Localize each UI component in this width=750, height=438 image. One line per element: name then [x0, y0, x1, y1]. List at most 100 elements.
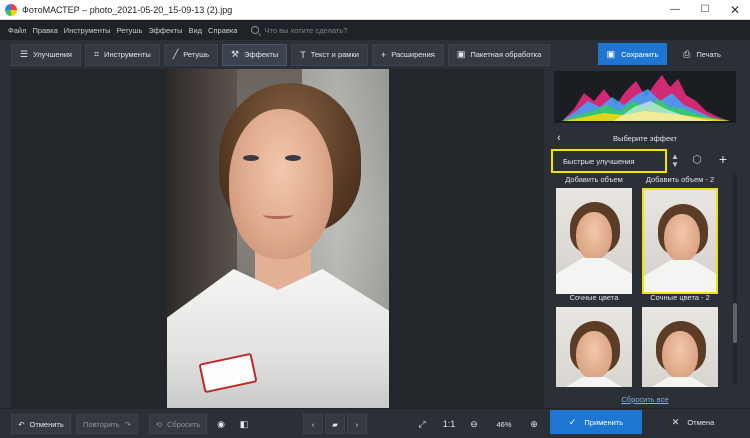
print-label: Печать: [696, 49, 721, 59]
effect-thumbnail: [556, 188, 632, 294]
effect-label: Сочные цвета: [569, 293, 619, 302]
compare-icon[interactable]: ◧: [235, 414, 253, 434]
effects-scrollbar[interactable]: [733, 173, 737, 385]
checkmark-icon: ✓: [568, 416, 577, 427]
menu-effects[interactable]: Эффекты: [148, 26, 182, 35]
tab-enhancements[interactable]: ☰ Улучшения: [11, 43, 81, 66]
tab-label: Пакетная обработка: [470, 50, 542, 59]
save-label: Сохранить: [621, 49, 659, 59]
folder-icon: ▰: [332, 419, 338, 429]
printer-icon: ⎙: [683, 48, 691, 59]
chevron-left-icon: ‹: [311, 419, 315, 429]
histogram: [554, 71, 736, 123]
previous-image-button[interactable]: ‹: [303, 414, 323, 434]
title-bar: ФотоМАСТЕР – photo_2021-05-20_15-09-13 (…: [0, 0, 750, 20]
fit-screen-icon[interactable]: ⤢: [414, 414, 430, 434]
cube-icon[interactable]: ⬡: [689, 153, 705, 169]
reset-label: Сбросить: [166, 419, 201, 429]
search-input[interactable]: [264, 25, 385, 35]
effects-grid: Добавить объем Сочные цвета Добавить объ…: [554, 175, 732, 387]
apply-label: Применить: [584, 417, 624, 427]
effect-tile[interactable]: Добавить объем Сочные цвета: [554, 175, 634, 302]
tab-label: Расширения: [391, 50, 435, 59]
image-canvas[interactable]: [11, 69, 544, 408]
menu-search: [251, 25, 385, 35]
zoom-out-icon[interactable]: ⊖: [466, 414, 482, 434]
menu-bar: Файл Правка Инструменты Ретушь Эффекты В…: [0, 20, 750, 40]
tab-label: Эффекты: [244, 50, 279, 59]
eye-icon[interactable]: ◉: [212, 414, 230, 434]
chevron-left-icon[interactable]: ‹: [550, 132, 568, 144]
effect-label: Добавить объем: [565, 175, 623, 184]
menu-retouch[interactable]: Ретушь: [117, 26, 143, 35]
effect-tile[interactable]: [554, 307, 634, 387]
maximize-button[interactable]: ☐: [690, 0, 720, 20]
cancel-button[interactable]: ✕ Отмена: [646, 410, 740, 434]
photo-preview: [167, 69, 389, 408]
effect-thumbnail: [642, 307, 718, 387]
open-folder-button[interactable]: ▰: [325, 414, 345, 434]
menu-file[interactable]: Файл: [8, 26, 26, 35]
reset-icon: ⟲: [155, 419, 162, 429]
crop-icon: ⌗: [93, 49, 100, 59]
menu-help[interactable]: Справка: [208, 26, 237, 35]
window-controls: — ☐ ✕: [660, 0, 750, 20]
app-logo: [5, 3, 17, 16]
batch-icon: ▣: [456, 49, 466, 59]
scrollbar-thumb[interactable]: [733, 303, 737, 343]
save-icon: ▣: [606, 48, 616, 59]
print-button[interactable]: ⎙ Печать: [672, 43, 732, 65]
brush-icon: ╱: [172, 49, 179, 59]
cancel-label: Отмена: [687, 417, 715, 427]
tab-label: Улучшения: [33, 50, 72, 59]
tab-label: Ретушь: [183, 50, 210, 59]
window-title: ФотоМАСТЕР – photo_2021-05-20_15-09-13 (…: [22, 4, 233, 15]
add-effect-icon[interactable]: +: [715, 151, 731, 169]
tab-retouch[interactable]: ╱ Ретушь: [163, 43, 219, 66]
menu-edit[interactable]: Правка: [32, 26, 57, 35]
text-icon: T: [300, 49, 306, 60]
undo-button[interactable]: ↶ Отменить: [11, 414, 71, 434]
close-button[interactable]: ✕: [720, 0, 750, 20]
redo-icon: ↷: [124, 419, 131, 429]
tab-label: Текст и рамки: [310, 50, 359, 59]
redo-label: Повторить: [83, 419, 120, 429]
save-button[interactable]: ▣ Сохранить: [598, 43, 667, 65]
zoom-in-icon[interactable]: ⊕: [526, 414, 542, 434]
effect-tile[interactable]: [640, 307, 720, 387]
effect-thumbnail: [642, 188, 718, 294]
magic-wand-icon: ⚒: [231, 49, 240, 59]
minimize-button[interactable]: —: [660, 0, 690, 20]
effect-tile-selected[interactable]: Добавить объем - 2 Сочные цвета - 2: [640, 175, 720, 302]
menu-tools[interactable]: Инструменты: [64, 26, 111, 35]
sort-updown-icon[interactable]: ▲ ▼: [668, 153, 682, 169]
plus-icon: +: [380, 49, 387, 60]
effect-label: Сочные цвета - 2: [650, 293, 710, 302]
category-dropdown[interactable]: Быстрые улучшения: [551, 149, 667, 173]
undo-icon: ↶: [18, 419, 25, 429]
effects-title: Выберите эффект: [613, 133, 677, 143]
zoom-one-to-one-button[interactable]: 1:1: [440, 414, 458, 434]
batch-processing-button[interactable]: ▣ Пакетная обработка: [447, 43, 551, 66]
close-icon: ✕: [671, 416, 680, 427]
redo-button[interactable]: Повторить ↷: [76, 414, 138, 434]
search-icon: [251, 26, 260, 34]
apply-button[interactable]: ✓ Применить: [550, 410, 642, 434]
effect-label: Добавить объем - 2: [645, 175, 715, 184]
undo-label: Отменить: [29, 419, 64, 429]
reset-all-link[interactable]: Сбросить все: [550, 395, 740, 404]
effects-header: ‹ Выберите эффект: [550, 129, 740, 147]
tab-tools[interactable]: ⌗ Инструменты: [84, 43, 160, 66]
effects-panel: ‹ Выберите эффект Быстрые улучшения ▲ ▼ ⬡…: [550, 69, 740, 408]
sliders-icon: ☰: [20, 49, 29, 59]
tab-text-frames[interactable]: T Текст и рамки: [291, 43, 368, 66]
tab-label: Инструменты: [104, 50, 151, 59]
zoom-level[interactable]: 46%: [486, 414, 522, 434]
chevron-right-icon: ›: [355, 419, 359, 429]
tab-extensions[interactable]: + Расширения: [371, 43, 444, 66]
effect-thumbnail: [556, 307, 632, 387]
menu-view[interactable]: Вид: [188, 26, 202, 35]
reset-button[interactable]: ⟲ Сбросить: [149, 414, 207, 434]
next-image-button[interactable]: ›: [347, 414, 367, 434]
tab-effects[interactable]: ⚒ Эффекты: [222, 43, 288, 66]
